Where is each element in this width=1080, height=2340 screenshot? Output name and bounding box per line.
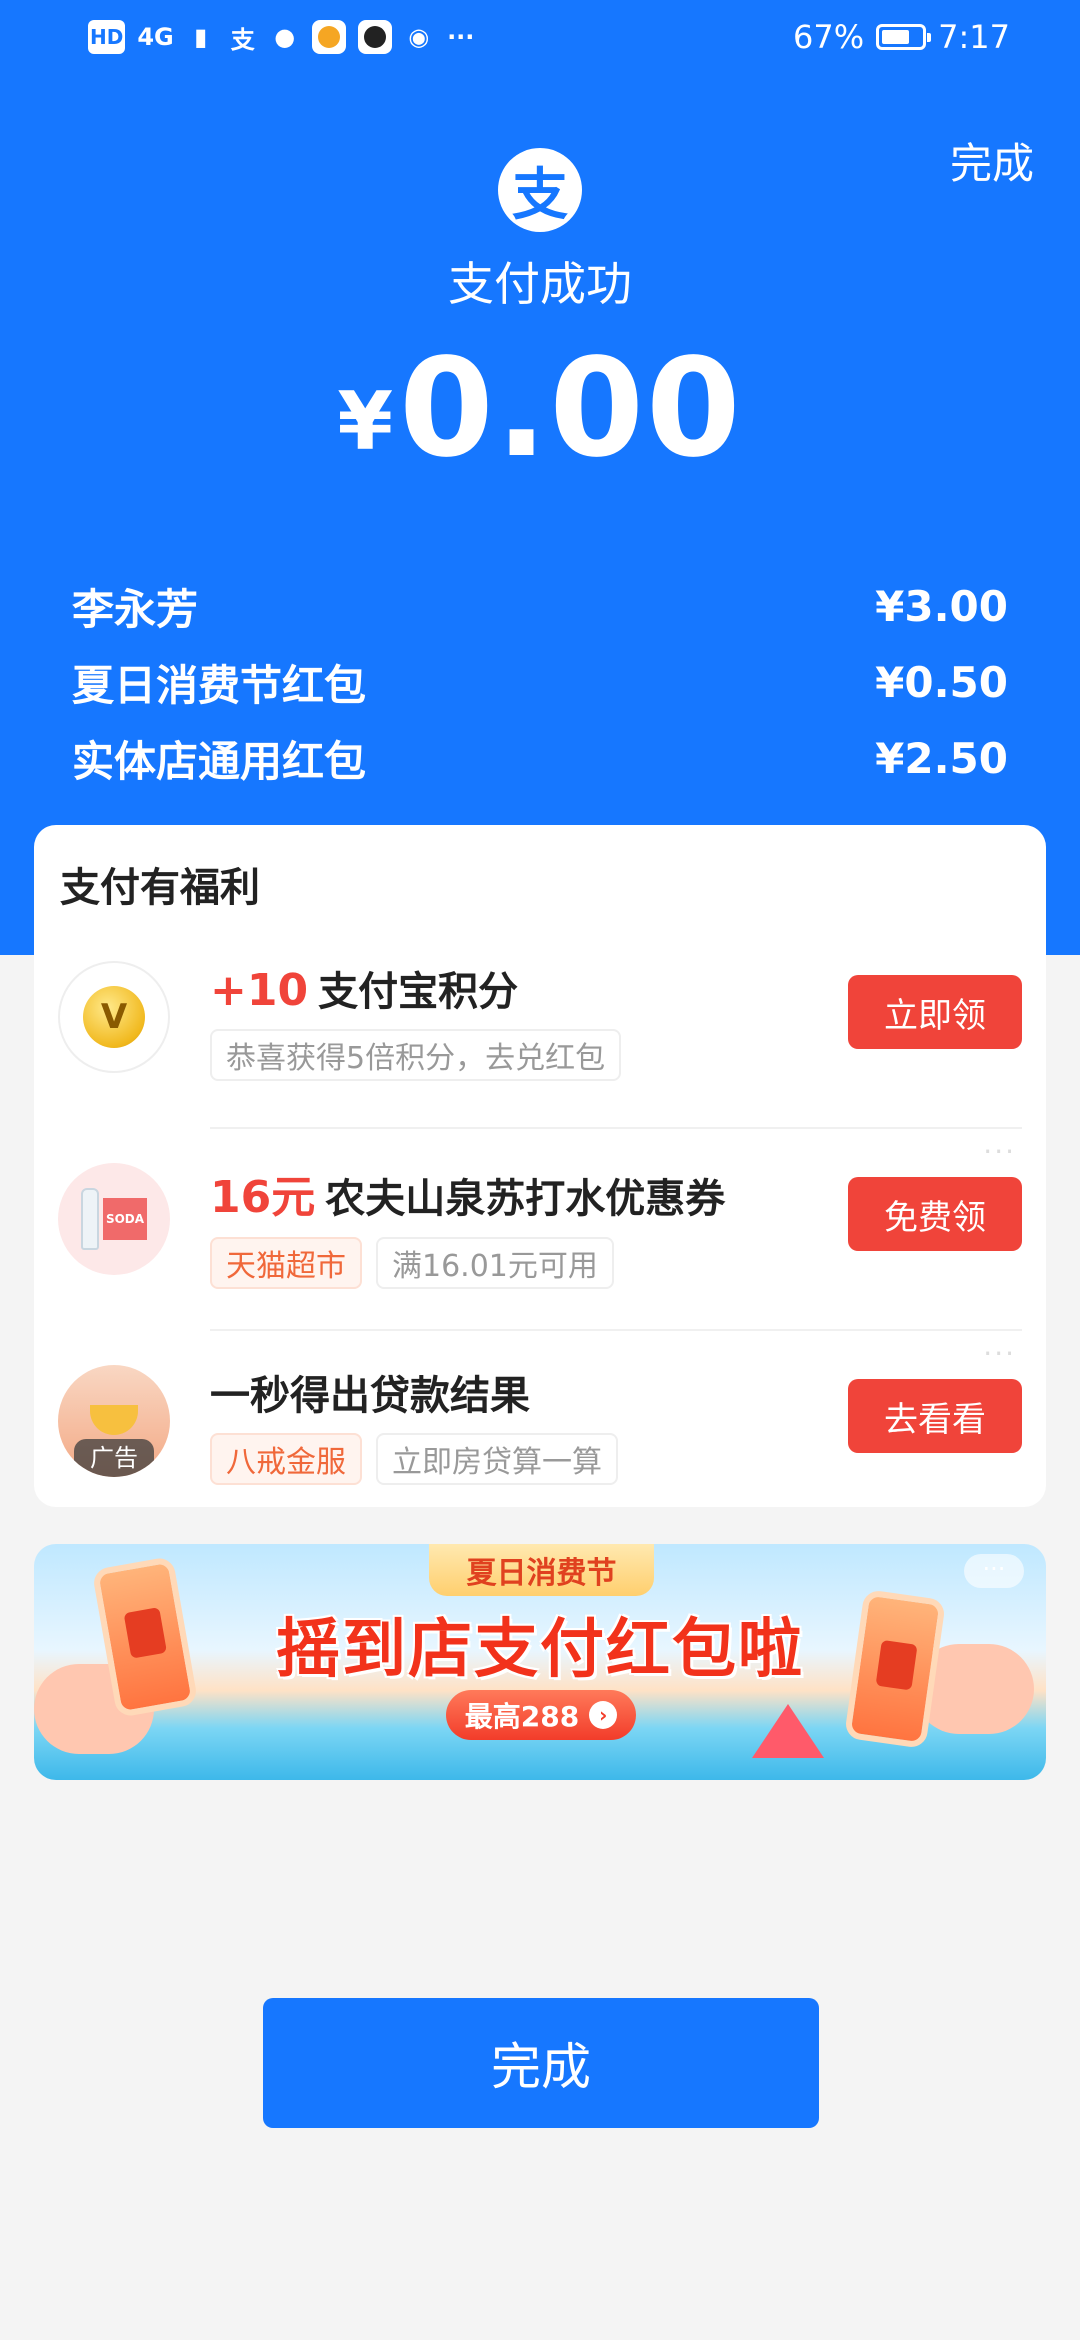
breakdown-value: ¥3.00 (875, 581, 1008, 631)
benefit-highlight: 16元 (210, 1172, 316, 1223)
watermelon-icon (752, 1704, 824, 1758)
breakdown-label: 实体店通用红包 (72, 736, 367, 786)
breakdown-row: 实体店通用红包 ¥2.50 (72, 720, 1008, 796)
benefit-tag-store: 天猫超市 (210, 1237, 362, 1289)
benefit-item-loan-ad[interactable]: 广告 一秒得出贷款结果 八戒金服 立即房贷算一算 去看看 (34, 1351, 1046, 1551)
payment-status: 支付成功 (448, 257, 632, 311)
benefit-tag-desc: 立即房贷算一算 (376, 1433, 618, 1485)
benefit-item-points[interactable]: V +10 支付宝积分 恭喜获得5倍积分，去兑红包 立即领 (34, 947, 1046, 1147)
benefit-title: +10 支付宝积分 (210, 965, 519, 1016)
done-button[interactable]: 完成 (263, 1998, 819, 2128)
banner-cta-label: 最高288 (464, 1700, 580, 1733)
status-bar: HD 4G ▮ 支 ● ◉ ··· 67% 7:17 (0, 0, 1080, 80)
benefits-card: 支付有福利 V +10 支付宝积分 恭喜获得5倍积分，去兑红包 立即领 ··· S… (34, 825, 1046, 1507)
network-4g-icon: 4G (137, 23, 174, 51)
benefit-tag-brand: 八戒金服 (210, 1433, 362, 1485)
currency-symbol: ¥ (337, 375, 394, 468)
divider (210, 1329, 1022, 1331)
bulb-icon: ◉ (408, 23, 430, 51)
signal-icon: ▮ (194, 23, 208, 51)
loan-ad-icon: 广告 (58, 1365, 170, 1477)
alipay-notify-icon: 支 (230, 25, 255, 54)
breakdown-label: 夏日消费节红包 (72, 660, 367, 710)
benefit-tag: 恭喜获得5倍积分，去兑红包 (210, 1029, 622, 1081)
alipay-logo-icon: 支 (498, 148, 582, 232)
breakdown-value: ¥2.50 (875, 733, 1008, 783)
claim-points-button[interactable]: 立即领 (848, 975, 1022, 1049)
ad-label: 广告 (74, 1439, 154, 1477)
banner-tag: 夏日消费节 (429, 1544, 654, 1596)
benefit-title: 一秒得出贷款结果 (210, 1373, 530, 1419)
payment-amount: ¥0.00 (0, 330, 1080, 488)
breakdown-value: ¥0.50 (875, 657, 1008, 707)
breakdown-row: 夏日消费节红包 ¥0.50 (72, 644, 1008, 720)
points-coin-icon: V (58, 961, 170, 1073)
benefit-highlight: +10 (210, 965, 309, 1016)
arrow-right-icon: › (589, 1701, 618, 1729)
app-notify-icon (311, 20, 346, 54)
banner-more-icon[interactable]: ··· (964, 1554, 1024, 1588)
benefits-title: 支付有福利 (60, 865, 260, 911)
payment-breakdown: 李永芳 ¥3.00 夏日消费节红包 ¥0.50 实体店通用红包 ¥2.50 (72, 568, 1008, 796)
qq-icon (357, 20, 392, 54)
promo-banner[interactable]: 夏日消费节 摇到店支付红包啦 最高288 › ··· (34, 1544, 1046, 1780)
amount-value: 0.00 (399, 330, 743, 488)
breakdown-row: 李永芳 ¥3.00 (72, 568, 1008, 644)
view-loan-button[interactable]: 去看看 (848, 1379, 1022, 1453)
more-notifications-icon: ··· (447, 23, 475, 51)
battery-icon (876, 24, 932, 50)
done-top-button[interactable]: 完成 (950, 130, 1034, 191)
claim-coupon-button[interactable]: 免费领 (848, 1177, 1022, 1251)
hd-icon: HD (88, 20, 126, 54)
divider (210, 1127, 1022, 1129)
benefit-item-coupon[interactable]: SODA 16元 农夫山泉苏打水优惠券 天猫超市 满16.01元可用 免费领 (34, 1149, 1046, 1349)
banner-cta[interactable]: 最高288 › (446, 1690, 636, 1740)
battery-percent: 67% (793, 18, 865, 56)
status-right: 67% 7:17 (793, 18, 1010, 56)
breakdown-label: 李永芳 (72, 584, 199, 634)
soda-water-icon: SODA (58, 1163, 170, 1275)
status-icons: HD 4G ▮ 支 ● ◉ ··· (88, 20, 476, 54)
clock: 7:17 (938, 18, 1010, 56)
wechat-icon: ● (274, 23, 296, 51)
benefit-title: 16元 农夫山泉苏打水优惠券 (210, 1172, 726, 1223)
benefit-tag-condition: 满16.01元可用 (376, 1237, 614, 1289)
